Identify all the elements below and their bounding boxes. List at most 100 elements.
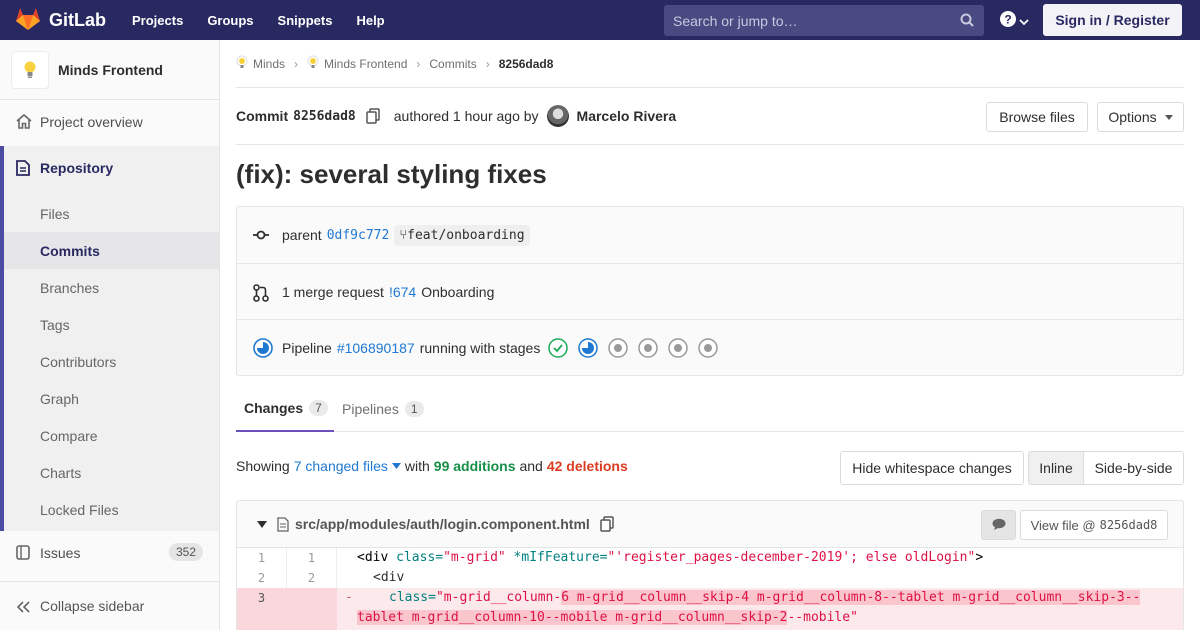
pipeline-label: Pipeline bbox=[282, 340, 332, 356]
parent-sha-link[interactable]: 0df9c772 bbox=[327, 228, 390, 243]
question-icon: ? bbox=[1000, 11, 1016, 30]
avatar[interactable] bbox=[546, 105, 569, 127]
sidebar-item-charts[interactable]: Charts bbox=[4, 454, 219, 491]
commit-info-box: parent 0df9c772 ⑂feat/onboarding 1 merge… bbox=[236, 206, 1184, 376]
collapse-file-icon[interactable] bbox=[257, 520, 267, 528]
browse-files-button[interactable]: Browse files bbox=[986, 102, 1088, 132]
showing-prefix: Showing bbox=[236, 458, 290, 474]
stage-created-icon[interactable] bbox=[608, 338, 629, 358]
chevron-down-icon bbox=[1019, 13, 1029, 29]
file-icon bbox=[277, 516, 289, 532]
merge-request-link[interactable]: !674 bbox=[389, 284, 416, 300]
sidebar-item-contributors[interactable]: Contributors bbox=[4, 343, 219, 380]
code-token-highlight: tablet m-grid__column-10--mobile m-grid_… bbox=[357, 610, 788, 625]
sidebar-item-branches[interactable]: Branches bbox=[4, 269, 219, 306]
commit-sha: 8256dad8 bbox=[293, 108, 356, 124]
options-label: Options bbox=[1108, 109, 1157, 125]
old-line-number[interactable]: 1 bbox=[237, 548, 287, 568]
chevron-right-icon: › bbox=[416, 56, 421, 71]
commit-title: (fix): several styling fixes bbox=[236, 159, 547, 189]
changed-files-dropdown[interactable]: 7 changed files bbox=[294, 458, 388, 474]
search-placeholder: Search or jump to… bbox=[673, 12, 798, 29]
comment-button[interactable] bbox=[981, 510, 1016, 540]
help-dropdown[interactable]: ? bbox=[1000, 11, 1029, 30]
stage-created-icon[interactable] bbox=[668, 338, 689, 358]
hide-whitespace-button[interactable]: Hide whitespace changes bbox=[840, 451, 1024, 485]
breadcrumb-item-current[interactable]: 8256dad8 bbox=[499, 57, 554, 71]
copy-icon[interactable] bbox=[600, 516, 614, 532]
home-icon bbox=[16, 113, 32, 132]
project-sidebar: Minds Frontend Project overview Reposito… bbox=[0, 40, 220, 630]
sidebar-item-issues[interactable]: Issues 352 bbox=[0, 534, 219, 571]
branch-icon: ⑂ bbox=[399, 227, 408, 243]
sidebar-item-tags[interactable]: Tags bbox=[4, 306, 219, 343]
diff-content: 1 1 <div class="m-grid" *mIfFeature="'re… bbox=[236, 548, 1184, 630]
copy-icon[interactable] bbox=[366, 108, 380, 124]
merge-request-row: 1 merge request !674 Onboarding bbox=[237, 264, 1183, 320]
tab-pipelines[interactable]: Pipelines 1 bbox=[342, 386, 424, 432]
tab-count-badge: 1 bbox=[404, 401, 424, 417]
options-dropdown[interactable]: Options bbox=[1097, 102, 1184, 132]
code-line: <div class="m-grid" *mIfFeature="'regist… bbox=[357, 548, 983, 568]
breadcrumb-label: Minds Frontend bbox=[324, 56, 408, 71]
breadcrumb-item-minds[interactable]: Minds › bbox=[236, 55, 307, 72]
old-line-number[interactable]: 3 bbox=[237, 588, 287, 630]
sidebar-item-label: Repository bbox=[40, 159, 114, 176]
commit-icon bbox=[253, 228, 269, 245]
nav-snippets[interactable]: Snippets bbox=[278, 13, 333, 28]
new-line-number[interactable]: 2 bbox=[287, 568, 337, 588]
code-token: --mobile" bbox=[787, 610, 858, 625]
sidebar-item-files[interactable]: Files bbox=[4, 195, 219, 232]
project-header[interactable]: Minds Frontend bbox=[0, 40, 219, 100]
nav-help[interactable]: Help bbox=[356, 13, 384, 28]
file-path[interactable]: src/app/modules/auth/login.component.htm… bbox=[295, 516, 590, 532]
stage-created-icon[interactable] bbox=[638, 338, 659, 358]
caret-down-icon[interactable] bbox=[391, 463, 401, 469]
author-link[interactable]: Marcelo Rivera bbox=[577, 108, 677, 124]
stage-passed-icon[interactable] bbox=[548, 338, 569, 358]
view-file-button[interactable]: View file @ 8256dad8 bbox=[1020, 510, 1168, 540]
gitlab-logo[interactable]: GitLab bbox=[15, 7, 106, 34]
search-icon bbox=[960, 13, 974, 30]
pipeline-link[interactable]: #106890187 bbox=[337, 340, 415, 356]
branch-pill[interactable]: ⑂feat/onboarding bbox=[394, 224, 530, 246]
document-icon bbox=[16, 160, 30, 179]
stage-running-icon[interactable] bbox=[578, 338, 599, 358]
view-file-label: View file @ bbox=[1030, 517, 1096, 533]
stage-created-icon[interactable] bbox=[698, 338, 719, 358]
side-by-side-button[interactable]: Side-by-side bbox=[1083, 451, 1184, 485]
removed-marker: - bbox=[345, 590, 353, 605]
new-line-number[interactable]: 1 bbox=[287, 548, 337, 568]
sidebar-item-graph[interactable]: Graph bbox=[4, 380, 219, 417]
sidebar-item-project-overview[interactable]: Project overview bbox=[0, 103, 219, 140]
sidebar-item-locked-files[interactable]: Locked Files bbox=[4, 491, 219, 528]
nav-groups[interactable]: Groups bbox=[207, 13, 253, 28]
sidebar-item-label: Project overview bbox=[40, 113, 143, 130]
inline-view-button[interactable]: Inline bbox=[1028, 451, 1084, 485]
with-text: with bbox=[404, 458, 430, 474]
old-line-number[interactable]: 2 bbox=[237, 568, 287, 588]
merge-request-title: Onboarding bbox=[421, 283, 495, 300]
nav-projects[interactable]: Projects bbox=[132, 13, 183, 28]
new-line-number[interactable] bbox=[287, 588, 337, 630]
commit-label: Commit bbox=[236, 108, 289, 124]
caret-down-icon bbox=[1164, 114, 1173, 120]
code-line-wrap: tablet m-grid__column-10--mobile m-grid_… bbox=[357, 608, 858, 628]
sidebar-item-compare[interactable]: Compare bbox=[4, 417, 219, 454]
breadcrumb-item-commits[interactable]: Commits › bbox=[429, 57, 498, 71]
sidebar-item-commits[interactable]: Commits bbox=[4, 232, 219, 269]
sidebar-item-repository[interactable]: Repository bbox=[4, 146, 219, 189]
and-text: and bbox=[519, 458, 543, 474]
pipeline-running-icon[interactable] bbox=[253, 338, 273, 361]
tab-changes[interactable]: Changes 7 bbox=[236, 386, 334, 432]
sign-in-button[interactable]: Sign in / Register bbox=[1043, 4, 1182, 36]
code-token: > bbox=[975, 550, 984, 565]
issues-count-badge: 352 bbox=[168, 543, 203, 561]
search-input[interactable]: Search or jump to… bbox=[664, 5, 984, 36]
breadcrumb-item-minds-frontend[interactable]: Minds Frontend › bbox=[307, 55, 429, 72]
double-chevron-left-icon bbox=[16, 600, 30, 616]
collapse-sidebar-button[interactable]: Collapse sidebar bbox=[0, 581, 219, 630]
pipeline-status: running with stages bbox=[419, 340, 541, 356]
merge-request-icon bbox=[253, 284, 269, 305]
tanuki-icon bbox=[15, 7, 41, 34]
